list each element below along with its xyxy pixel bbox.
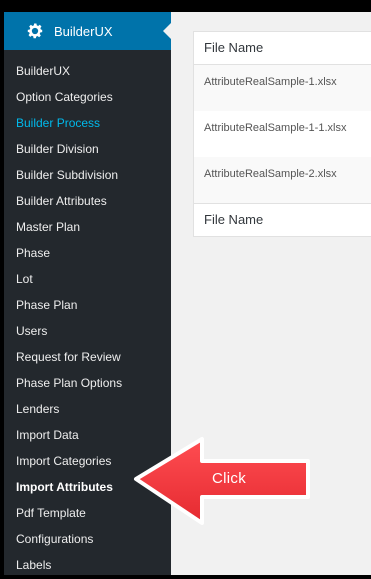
sidebar-item-builder-process[interactable]: Builder Process bbox=[4, 110, 171, 136]
gear-icon bbox=[25, 21, 45, 41]
files-table: File Name AttributeRealSample-1.xlsx Att… bbox=[193, 31, 371, 237]
sidebar-item-phase-plan[interactable]: Phase Plan bbox=[4, 292, 171, 318]
sidebar-item-option-categories[interactable]: Option Categories bbox=[4, 84, 171, 110]
sidebar-item-phase[interactable]: Phase bbox=[4, 240, 171, 266]
sidebar-item-phase-plan-options[interactable]: Phase Plan Options bbox=[4, 370, 171, 396]
sidebar-item-labels[interactable]: Labels bbox=[4, 552, 171, 575]
sidebar-item-lenders[interactable]: Lenders bbox=[4, 396, 171, 422]
file-name-cell: AttributeRealSample-1.xlsx bbox=[204, 76, 337, 88]
callout-label: Click bbox=[212, 470, 246, 487]
current-menu-pointer bbox=[163, 23, 171, 39]
column-header-file-name[interactable]: File Name bbox=[194, 32, 371, 65]
sidebar-item-master-plan[interactable]: Master Plan bbox=[4, 214, 171, 240]
table-row: AttributeRealSample-1.xlsx bbox=[194, 65, 371, 111]
sidebar-item-users[interactable]: Users bbox=[4, 318, 171, 344]
table-row: AttributeRealSample-1-1.xlsx bbox=[194, 111, 371, 157]
sidebar-item-builder-subdivision[interactable]: Builder Subdivision bbox=[4, 162, 171, 188]
table-row: AttributeRealSample-2.xlsx bbox=[194, 157, 371, 203]
file-name-cell: AttributeRealSample-2.xlsx bbox=[204, 168, 337, 180]
sidebar-item-builder-division[interactable]: Builder Division bbox=[4, 136, 171, 162]
sidebar-item-builderux[interactable]: BuilderUX bbox=[4, 58, 171, 84]
file-name-cell: AttributeRealSample-1-1.xlsx bbox=[204, 122, 347, 134]
sidebar-header-builderux[interactable]: BuilderUX bbox=[4, 12, 171, 50]
sidebar-item-configurations[interactable]: Configurations bbox=[4, 526, 171, 552]
sidebar-item-request-for-review[interactable]: Request for Review bbox=[4, 344, 171, 370]
sidebar-item-lot[interactable]: Lot bbox=[4, 266, 171, 292]
column-footer-file-name[interactable]: File Name bbox=[194, 203, 371, 236]
sidebar-header-label: BuilderUX bbox=[54, 23, 113, 39]
sidebar-item-builder-attributes[interactable]: Builder Attributes bbox=[4, 188, 171, 214]
